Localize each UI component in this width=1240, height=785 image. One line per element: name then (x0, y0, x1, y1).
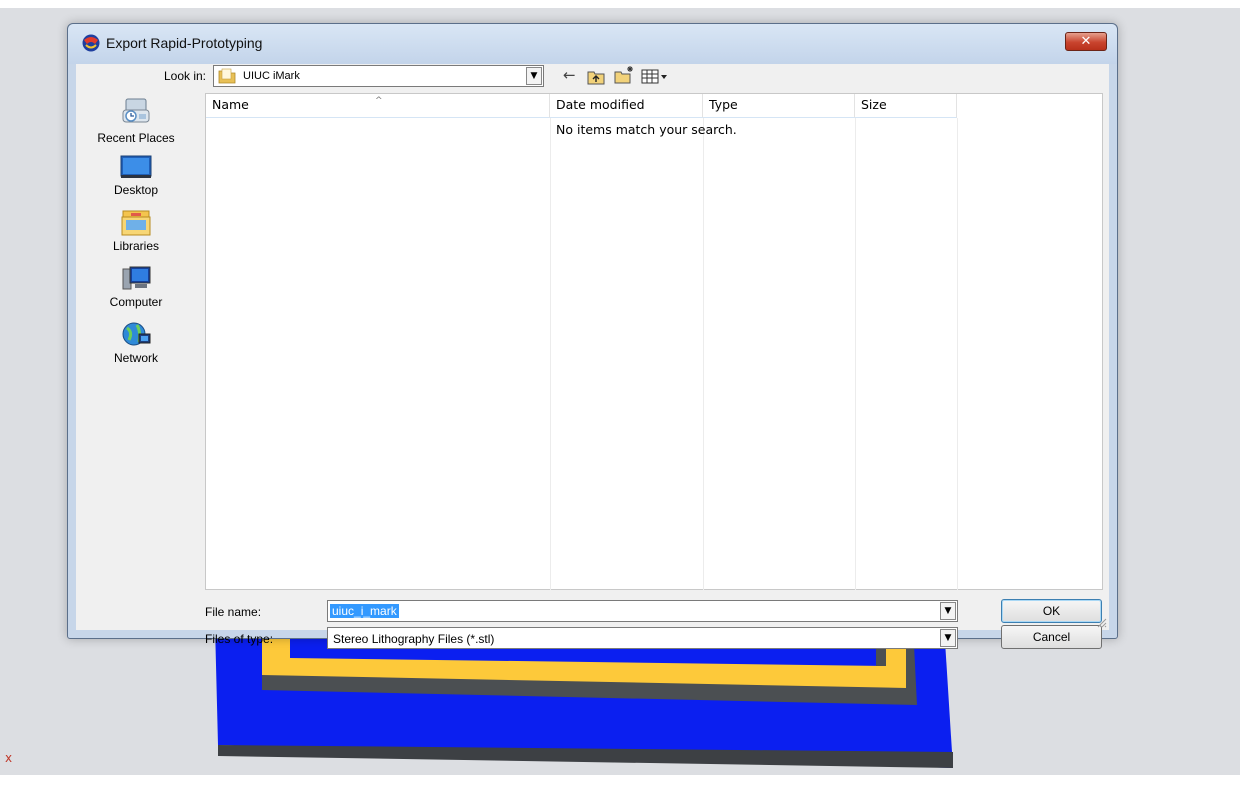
column-divider (550, 118, 551, 590)
dialog-title: Export Rapid-Prototyping (106, 35, 263, 51)
corner-mark: x (5, 751, 13, 765)
file-type-label: Files of type: (205, 632, 274, 646)
folder-icon (218, 68, 236, 84)
place-label: Computer (109, 295, 163, 309)
column-header-label: Name (212, 97, 249, 112)
computer-icon (122, 266, 151, 290)
file-name-label: File name: (205, 605, 262, 619)
column-header-date-modified[interactable]: Date modified (550, 94, 703, 118)
file-type-value: Stereo Lithography Files (*.stl) (333, 632, 495, 646)
column-header-label: Date modified (556, 97, 645, 112)
sort-ascending-icon: ^ (375, 96, 383, 106)
empty-message: No items match your search. (556, 122, 737, 137)
chevron-down-icon[interactable]: ▼ (940, 629, 956, 647)
file-name-input[interactable]: uiuc_i_mark ▼ (327, 600, 958, 622)
file-type-dropdown[interactable]: Stereo Lithography Files (*.stl) ▼ (327, 627, 958, 649)
place-label: Libraries (112, 239, 160, 253)
look-in-dropdown[interactable]: UIUC iMark ▼ (213, 65, 544, 87)
place-desktop[interactable]: Desktop (76, 152, 196, 197)
ok-button[interactable]: OK (1001, 599, 1102, 623)
column-header-label: Size (861, 97, 887, 112)
column-header-name[interactable]: Name ^ (206, 94, 550, 118)
bottom-strip (0, 775, 1240, 785)
place-label: Recent Places (97, 131, 175, 145)
column-divider (703, 118, 704, 590)
view-menu-icon[interactable] (641, 67, 669, 87)
back-arrow-icon[interactable]: ← (563, 66, 576, 86)
app-logo-icon (82, 34, 100, 52)
place-recent-places[interactable]: Recent Places (76, 96, 196, 145)
resize-grip-icon[interactable] (1095, 616, 1107, 628)
up-folder-icon[interactable] (586, 67, 606, 87)
close-button[interactable]: ✕ (1065, 32, 1107, 51)
file-name-value: uiuc_i_mark (330, 604, 399, 618)
file-list[interactable]: Name ^ Date modified Type Size No items … (205, 93, 1103, 590)
network-icon (122, 322, 151, 346)
column-divider (957, 118, 958, 590)
title-bar[interactable]: Export Rapid-Prototyping ✕ (68, 24, 1117, 64)
cancel-button[interactable]: Cancel (1001, 625, 1102, 649)
look-in-value: UIUC iMark (243, 70, 300, 82)
desktop-icon (120, 155, 152, 178)
place-computer[interactable]: Computer (76, 264, 196, 309)
place-libraries[interactable]: Libraries (76, 208, 196, 253)
place-network[interactable]: Network (76, 320, 196, 365)
chevron-down-icon[interactable]: ▼ (526, 67, 542, 85)
column-header-label: Type (709, 97, 738, 112)
column-divider (855, 118, 856, 590)
libraries-icon (121, 210, 151, 236)
place-label: Desktop (113, 183, 159, 197)
column-header-size[interactable]: Size (855, 94, 957, 118)
new-folder-icon[interactable] (613, 65, 635, 85)
chevron-down-icon[interactable]: ▼ (940, 602, 956, 620)
recent-places-icon (122, 98, 150, 123)
dialog-body: Look in: UIUC iMark ▼ ← Recent Places De… (76, 64, 1109, 649)
place-label: Network (113, 351, 158, 365)
column-header-type[interactable]: Type (703, 94, 855, 118)
export-dialog: Export Rapid-Prototyping ✕ Look in: UIUC… (67, 23, 1118, 649)
look-in-label: Look in: (163, 69, 206, 83)
